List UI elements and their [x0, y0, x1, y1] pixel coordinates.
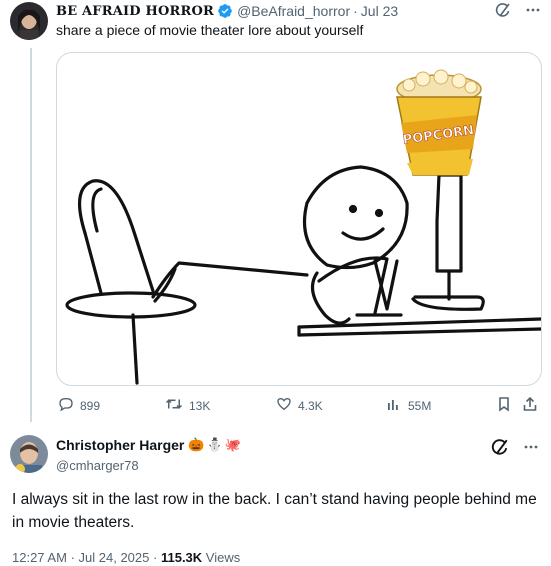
- tweet-media-image[interactable]: POPCORN: [56, 52, 542, 386]
- thread-connector-line: [30, 48, 32, 422]
- reply-count: 899: [80, 398, 101, 413]
- bookmark-icon: [496, 396, 512, 415]
- retweet-button[interactable]: 13K: [165, 396, 210, 415]
- reply-author-handle[interactable]: @cmharger78: [56, 458, 139, 473]
- verified-badge-icon: [217, 3, 233, 19]
- tweet-date[interactable]: Jul 23: [361, 3, 398, 19]
- retweet-icon: [165, 396, 183, 415]
- share-button[interactable]: [522, 396, 538, 415]
- reply-author-name[interactable]: Christopher Harger: [56, 437, 184, 453]
- like-button[interactable]: 4.3K: [276, 396, 323, 415]
- author-handle[interactable]: @BeAfraid_horror: [237, 3, 350, 19]
- share-icon: [522, 396, 538, 415]
- reply-header: Christopher Harger 🎃 ⛄ 🐙: [56, 437, 241, 453]
- separator-dot: ·: [70, 550, 75, 565]
- reply-icon: [58, 396, 74, 415]
- reply-top-actions: [491, 438, 539, 456]
- tweet-text: share a piece of movie theater lore abou…: [56, 22, 364, 38]
- tweet-header: BE AFRAID HORROR @BeAfraid_horror · Jul …: [56, 2, 501, 20]
- bookmark-button[interactable]: [496, 396, 512, 415]
- reply-views-label: Views: [205, 550, 241, 565]
- name-emojis: 🎃 ⛄ 🐙: [188, 437, 241, 453]
- tweet-metrics: 899 13K 4.3K 55M: [56, 396, 542, 416]
- reply-date[interactable]: Jul 24, 2025: [79, 550, 150, 565]
- reply-time[interactable]: 12:27 AM: [12, 550, 67, 565]
- octopus-emoji: 🐙: [224, 437, 241, 452]
- analytics-icon: [386, 396, 402, 415]
- avatar[interactable]: [10, 2, 48, 40]
- reply-footer: 12:27 AM · Jul 24, 2025 · 115.3K Views: [12, 550, 240, 565]
- tweet-top-actions: [495, 2, 541, 18]
- like-count: 4.3K: [298, 398, 323, 413]
- author-name[interactable]: BE AFRAID HORROR: [56, 4, 214, 19]
- grok-icon[interactable]: [491, 438, 509, 456]
- popcorn-bucket-icon: POPCORN: [396, 69, 482, 176]
- heart-icon: [276, 396, 292, 415]
- more-options-icon[interactable]: [525, 2, 541, 18]
- separator-dot: ·: [153, 550, 158, 565]
- views-count: 55M: [408, 398, 432, 413]
- reply-button[interactable]: 899: [58, 396, 100, 415]
- reply-text: I always sit in the last row in the back…: [12, 491, 537, 531]
- retweet-count: 13K: [189, 398, 211, 413]
- views-button[interactable]: 55M: [386, 396, 431, 415]
- more-options-icon[interactable]: [523, 439, 539, 455]
- reply-avatar[interactable]: [10, 435, 48, 473]
- meme-image-drawing: POPCORN: [65, 69, 541, 385]
- grok-icon[interactable]: [495, 2, 511, 18]
- pumpkin-emoji: 🎃: [188, 437, 205, 452]
- reply-views-count: 115.3K: [160, 550, 203, 565]
- snowman-emoji: ⛄: [206, 437, 223, 452]
- separator-dot: ·: [353, 3, 358, 19]
